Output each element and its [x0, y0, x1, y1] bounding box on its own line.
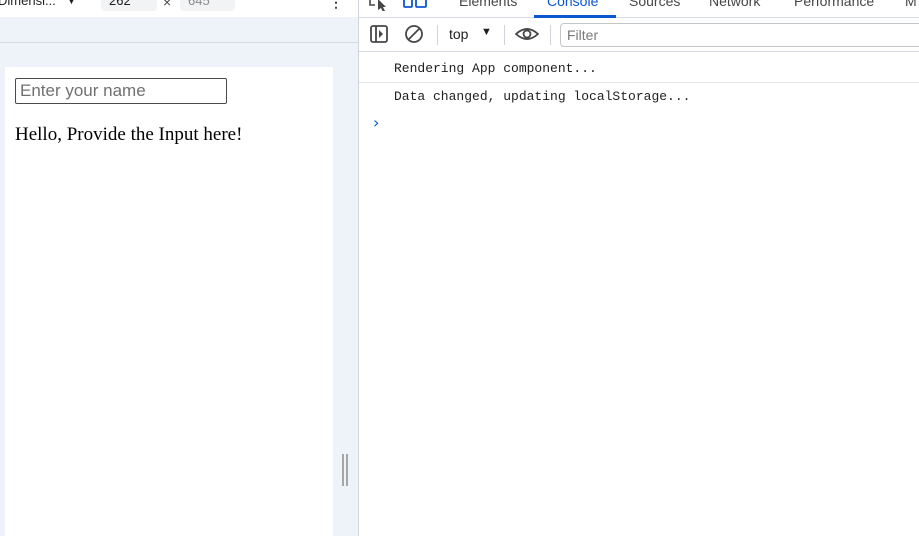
console-message: Data changed, updating localStorage... [394, 89, 691, 104]
eye-icon[interactable] [514, 24, 540, 49]
device-emulation-pane: Dimensi... ▼ 262 × 645 ⋮ Hello, Provide … [0, 0, 358, 536]
toolbar-separator [437, 25, 438, 45]
tab-console[interactable]: Console [547, 0, 598, 9]
dropdown-caret-icon[interactable]: ▼ [67, 0, 76, 6]
tab-more[interactable]: M [905, 0, 917, 9]
name-input[interactable] [15, 78, 227, 104]
console-message: Rendering App component... [359, 55, 919, 83]
context-select[interactable]: top [449, 26, 468, 42]
tab-elements[interactable]: Elements [459, 0, 517, 9]
inspect-element-icon[interactable] [367, 0, 389, 16]
device-toolbar: Dimensi... ▼ 262 × 645 ⋮ [0, 0, 358, 17]
toolbar-separator [550, 25, 551, 45]
sidebar-toggle-icon[interactable] [369, 24, 389, 49]
devtools-tabbar: Elements Console Sources Network Perform… [359, 0, 919, 18]
resize-handle[interactable] [342, 454, 348, 486]
more-options-icon[interactable]: ⋮ [329, 0, 343, 11]
clear-console-icon[interactable] [404, 24, 424, 49]
toolbar-divider [0, 42, 358, 43]
multiply-icon: × [163, 0, 172, 10]
toolbar-separator [504, 25, 505, 45]
tab-performance[interactable]: Performance [794, 0, 874, 9]
filter-input[interactable] [560, 23, 919, 47]
console-toolbar: top ▼ [359, 18, 919, 52]
tab-sources[interactable]: Sources [629, 0, 680, 9]
console-prompt-icon[interactable]: › [373, 113, 379, 132]
greeting-text: Hello, Provide the Input here! [15, 124, 243, 145]
height-input[interactable]: 645 [180, 0, 235, 11]
tab-network[interactable]: Network [709, 0, 760, 9]
chevron-down-icon[interactable]: ▼ [481, 26, 492, 38]
dimensions-select[interactable]: Dimensi... [0, 0, 56, 8]
width-input[interactable]: 262 [101, 0, 157, 11]
devtools-panel: Elements Console Sources Network Perform… [359, 0, 919, 536]
device-viewport: Hello, Provide the Input here! [5, 67, 333, 536]
device-toolbar-icon[interactable] [403, 0, 427, 16]
